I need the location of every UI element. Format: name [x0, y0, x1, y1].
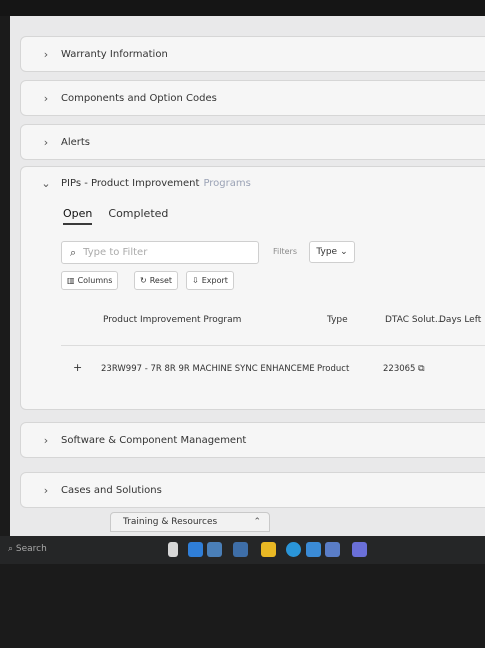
chevron-down-icon: ⌄ [41, 177, 51, 190]
column-header-program[interactable]: Product Improvement Program [103, 315, 241, 325]
task-view-icon[interactable] [168, 542, 178, 557]
section-title: Alerts [61, 136, 91, 148]
monitor-bezel-bottom [0, 564, 485, 648]
columns-button[interactable]: ▥ Columns [61, 271, 119, 290]
taskbar: ⌕ Search [0, 536, 485, 564]
section-title: Components and Option Codes [61, 92, 217, 104]
chevron-right-icon: › [43, 433, 49, 447]
section-cases-and-solutions[interactable]: › Cases and Solutions [20, 472, 485, 508]
column-header-days-left[interactable]: Days Left [439, 315, 481, 325]
chevron-down-icon: ⌄ [340, 247, 348, 257]
file-explorer-icon[interactable] [261, 542, 276, 557]
chevron-right-icon: › [43, 483, 49, 497]
section-software-component-management[interactable]: › Software & Component Management [20, 422, 485, 458]
section-alerts[interactable]: › Alerts [20, 124, 485, 160]
export-button[interactable]: ⇩ Export [186, 271, 234, 290]
app-icon[interactable] [188, 542, 203, 557]
training-resources-popup[interactable]: Training & Resources ⌃ [110, 512, 270, 532]
browser-viewport: › Warranty Information › Components and … [10, 16, 485, 536]
section-title: Software & Component Management [61, 434, 247, 446]
app-icon[interactable] [306, 542, 321, 557]
chevron-right-icon: › [43, 47, 49, 61]
tab-completed[interactable]: Completed [108, 207, 168, 225]
dtac-value: 223065 [383, 364, 416, 374]
cell-dtac-link[interactable]: 223065 ⧉ [383, 364, 425, 374]
row-expand-button[interactable]: + [73, 361, 82, 374]
chevron-right-icon: › [43, 135, 49, 149]
pips-title-suffix: Programs [203, 178, 251, 189]
popup-label: Training & Resources [123, 517, 218, 527]
columns-icon: ▥ [67, 276, 75, 285]
export-icon: ⇩ [192, 276, 199, 285]
section-warranty-information[interactable]: › Warranty Information [20, 36, 485, 72]
reset-icon: ↻ [140, 276, 147, 285]
browser-icon[interactable] [286, 542, 301, 557]
chevron-up-icon: ⌃ [253, 517, 261, 527]
teams-icon[interactable] [352, 542, 367, 557]
search-icon: ⌕ [70, 245, 77, 259]
cell-program: 23RW997 - 7R 8R 9R MACHINE SYNC ENHANCEM… [101, 364, 315, 374]
cell-type: Product [317, 364, 350, 374]
pips-title: PIPs - Product Improvement [61, 178, 200, 189]
section-title: Warranty Information [61, 48, 168, 60]
columns-label: Columns [77, 276, 113, 285]
app-icon[interactable] [233, 542, 248, 557]
type-filter-button[interactable]: Type ⌄ [309, 241, 355, 263]
pips-header[interactable]: ⌄ PIPs - Product Improvement Programs [21, 177, 251, 190]
monitor-bezel-top [0, 0, 485, 16]
column-header-dtac[interactable]: DTAC Solut... [385, 315, 443, 325]
reset-label: Reset [149, 276, 173, 285]
app-icon[interactable] [325, 542, 340, 557]
chevron-right-icon: › [43, 91, 49, 105]
filter-input[interactable]: ⌕ Type to Filter [61, 241, 259, 264]
column-header-type[interactable]: Type [327, 315, 348, 325]
section-title: Cases and Solutions [61, 484, 162, 496]
filters-label: Filters [273, 247, 297, 256]
app-icon[interactable] [207, 542, 222, 557]
table-divider [61, 345, 485, 346]
taskbar-search[interactable]: ⌕ Search [8, 544, 47, 554]
taskbar-search-label: Search [15, 544, 47, 554]
section-components-option-codes[interactable]: › Components and Option Codes [20, 80, 485, 116]
export-label: Export [201, 276, 228, 285]
type-filter-label: Type [316, 247, 338, 257]
reset-button[interactable]: ↻ Reset [134, 271, 179, 290]
filter-placeholder: Type to Filter [83, 247, 148, 258]
section-pips: ⌄ PIPs - Product Improvement Programs Op… [20, 166, 485, 410]
external-link-icon: ⧉ [418, 364, 425, 374]
tab-open[interactable]: Open [63, 207, 93, 225]
pips-tabs: Open Completed [63, 207, 168, 225]
